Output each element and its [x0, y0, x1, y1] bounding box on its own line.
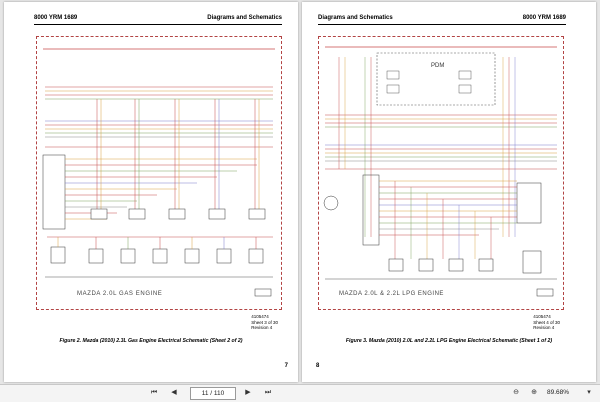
- header-rule: [318, 24, 566, 25]
- page-7: 8000 YRM 1689 Diagrams and Schematics MA…: [4, 2, 298, 382]
- figure-caption: Figure 2. Mazda (2010) 2.3L Gas Engine E…: [59, 338, 243, 344]
- page-header-left: 8000 YRM 1689: [34, 15, 78, 21]
- schematic-frame: MAZDA 2.0L GAS ENGINE: [36, 36, 282, 310]
- figure-caption: Figure 3. Mazda (2010) 2.0L and 2.2L LPG…: [345, 338, 553, 344]
- zoom-menu-icon[interactable]: ▾: [584, 387, 594, 399]
- zoom-out-icon[interactable]: ⊖: [510, 387, 522, 399]
- schematic-title: MAZDA 2.0L & 2.2L LPG ENGINE: [339, 291, 444, 297]
- page-number: 7: [284, 363, 288, 369]
- pdm-label: PDM: [431, 63, 444, 69]
- wiring-schematic: PDM MAZDA 2.0L & 2.2L LPG ENGINE: [323, 46, 557, 297]
- page-header-left: Diagrams and Schematics: [318, 15, 393, 21]
- document-viewer: 8000 YRM 1689 Diagrams and Schematics MA…: [0, 0, 600, 384]
- page-header-right: Diagrams and Schematics: [207, 15, 282, 21]
- revision-number: Revision 4: [251, 325, 273, 330]
- page-8: Diagrams and Schematics 8000 YRM 1689 PD…: [302, 2, 596, 382]
- schematic-title: MAZDA 2.0L GAS ENGINE: [77, 291, 162, 297]
- zoom-level[interactable]: 89.68%: [547, 387, 569, 399]
- header-rule: [34, 24, 282, 25]
- revision-block: 4105474 Sheet 4 of 30 Revision 4: [533, 314, 560, 331]
- page-header-right: 8000 YRM 1689: [522, 15, 566, 21]
- page-number: 8: [316, 363, 320, 369]
- last-page-button[interactable]: ⏭: [262, 387, 274, 399]
- revision-number: Revision 4: [533, 325, 555, 330]
- next-page-button[interactable]: ▶: [242, 387, 254, 399]
- wiring-schematic: MAZDA 2.0L GAS ENGINE: [42, 48, 275, 297]
- schematic-frame: PDM MAZDA 2.0L & 2.2L LPG ENGINE: [318, 36, 564, 310]
- previous-page-button[interactable]: ◀: [168, 387, 180, 399]
- viewer-toolbar: ⏮ ◀ 11 / 110 ▶ ⏭ ⊖ ⊕ 89.68% ▾: [0, 384, 600, 402]
- zoom-in-icon[interactable]: ⊕: [528, 387, 540, 399]
- revision-block: 4105474 Sheet 3 of 30 Revision 4: [251, 314, 278, 331]
- page-number-input[interactable]: 11 / 110: [190, 387, 236, 400]
- first-page-button[interactable]: ⏮: [148, 387, 160, 399]
